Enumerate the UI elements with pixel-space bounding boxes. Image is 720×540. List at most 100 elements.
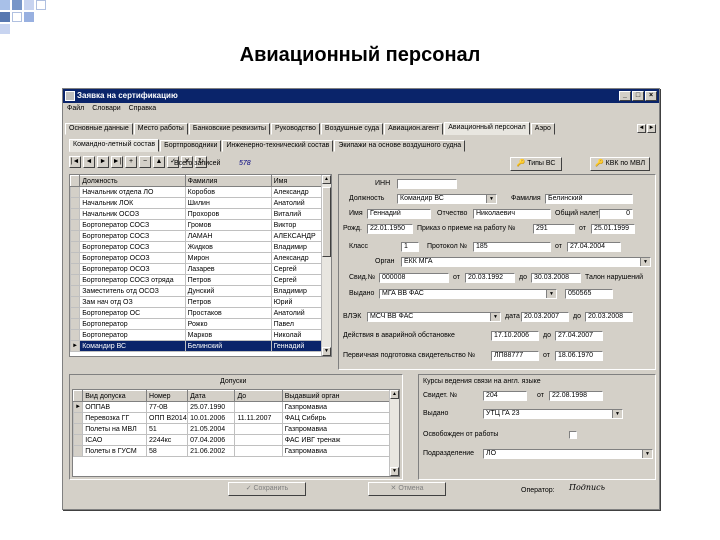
- row-indicator[interactable]: [70, 285, 81, 297]
- column-header-surname[interactable]: Фамилия: [184, 175, 272, 187]
- menu-help[interactable]: Справка: [129, 103, 156, 114]
- table-cell[interactable]: Петров: [184, 296, 272, 308]
- table-row[interactable]: Начальник ОСОЗ Прохоров Виталий: [70, 208, 331, 220]
- row-indicator[interactable]: [70, 252, 81, 264]
- protocol-field[interactable]: 185: [473, 242, 551, 252]
- row-indicator[interactable]: ►: [70, 340, 81, 352]
- table-cell[interactable]: 58: [146, 445, 189, 457]
- table-cell[interactable]: Мирон: [184, 252, 272, 264]
- maximize-icon[interactable]: □: [632, 91, 644, 101]
- table-cell[interactable]: Командир ВС: [79, 340, 186, 352]
- aircraft-types-button[interactable]: 🔑 Типы ВС: [510, 157, 562, 171]
- prev-record-icon[interactable]: ◄: [83, 156, 95, 168]
- vlek-date-field[interactable]: 20.03.2007: [521, 312, 569, 322]
- name-field[interactable]: Геннадий: [367, 209, 431, 219]
- table-cell[interactable]: 77-0В: [146, 401, 189, 413]
- row-indicator[interactable]: ►: [73, 401, 84, 413]
- table-cell[interactable]: Начальник ЛОК: [79, 197, 186, 209]
- total-raid-field[interactable]: 0: [599, 209, 633, 219]
- position-select[interactable]: Командир ВС: [397, 194, 497, 204]
- table-cell[interactable]: Петров: [184, 274, 272, 286]
- table-row[interactable]: ► Командир ВС Белинский Геннадий: [70, 340, 331, 352]
- edit-record-icon[interactable]: ▲: [153, 156, 165, 168]
- inn-field[interactable]: [397, 179, 457, 189]
- emergency-to-field[interactable]: 27.04.2007: [555, 331, 603, 341]
- table-cell[interactable]: ОППАВ: [82, 401, 148, 413]
- table-cell[interactable]: [234, 401, 283, 413]
- table-cell[interactable]: Простаков: [184, 307, 272, 319]
- scroll-down-icon[interactable]: ▼: [322, 347, 331, 356]
- vlek-select[interactable]: МСЧ ВВ ФАС: [367, 312, 501, 322]
- next-record-icon[interactable]: ►: [97, 156, 109, 168]
- table-cell[interactable]: Начальник ОСОЗ: [79, 208, 186, 220]
- row-indicator[interactable]: [70, 318, 81, 330]
- scroll-up-icon[interactable]: ▲: [390, 390, 399, 399]
- course-cert-field[interactable]: 204: [483, 391, 527, 401]
- table-cell[interactable]: [234, 445, 283, 457]
- birth-field[interactable]: 22.01.1950: [367, 224, 413, 234]
- personnel-scrollbar[interactable]: ▲ ▼: [321, 175, 331, 356]
- table-cell[interactable]: Начальник отдела ЛО: [79, 186, 186, 198]
- delete-record-icon[interactable]: −: [139, 156, 151, 168]
- cert-field[interactable]: 000008: [379, 273, 449, 283]
- tab-main-data[interactable]: Основные данные: [65, 123, 133, 135]
- column-header-issuer[interactable]: Выдавший орган: [281, 390, 399, 402]
- table-cell[interactable]: Бортоператор ОСОЗ: [79, 263, 186, 275]
- table-row[interactable]: Бортоператор ОСОЗ Лазарев Сергей: [70, 263, 331, 275]
- table-row[interactable]: Бортоператор СОСЗ отряда Петров Сергей: [70, 274, 331, 286]
- menu-file[interactable]: Файл: [67, 103, 84, 114]
- tab-agent[interactable]: Авиацион.агент: [384, 123, 444, 135]
- cert-from-field[interactable]: 20.03.1992: [465, 273, 515, 283]
- table-cell[interactable]: ЛАМАН: [184, 230, 272, 242]
- scroll-up-icon[interactable]: ▲: [322, 175, 331, 184]
- table-cell[interactable]: 25.07.1990: [187, 401, 236, 413]
- table-cell[interactable]: Рожко: [184, 318, 272, 330]
- table-cell[interactable]: Бортоператор: [79, 318, 186, 330]
- table-cell[interactable]: ОПП В2014: [146, 412, 189, 424]
- chevron-right-icon[interactable]: ►: [647, 124, 656, 133]
- table-cell[interactable]: ФАЦ Сибирь: [281, 412, 399, 424]
- table-row[interactable]: ICAO 2244кс 07.04.2006 ФАС ИВГ тренаж: [73, 434, 399, 446]
- minimize-icon[interactable]: _: [619, 91, 631, 101]
- row-indicator[interactable]: [73, 423, 84, 435]
- save-button[interactable]: ✓ Сохранить: [228, 482, 306, 496]
- row-indicator[interactable]: [70, 197, 81, 209]
- division-select[interactable]: ЛО: [483, 449, 653, 459]
- column-header-until[interactable]: До: [234, 390, 283, 402]
- admissions-scrollbar[interactable]: ▲ ▼: [389, 390, 399, 476]
- add-record-icon[interactable]: +: [125, 156, 137, 168]
- training-date-field[interactable]: 18.06.1970: [555, 351, 603, 361]
- table-row[interactable]: Полеты на МВЛ 51 21.05.2004 Газпромавиа: [73, 423, 399, 435]
- table-cell[interactable]: Полеты на МВЛ: [82, 423, 148, 435]
- table-cell[interactable]: Шилин: [184, 197, 272, 209]
- column-header-number[interactable]: Номер: [146, 390, 189, 402]
- table-cell[interactable]: Бортоператор ОС: [79, 307, 186, 319]
- table-cell[interactable]: Заместитель отд ОСОЗ: [79, 285, 186, 297]
- table-cell[interactable]: Коробов: [184, 186, 272, 198]
- table-cell[interactable]: 21.05.2004: [187, 423, 236, 435]
- table-cell[interactable]: 2244кс: [146, 434, 189, 446]
- row-indicator[interactable]: [70, 307, 81, 319]
- table-cell[interactable]: 21.06.2002: [187, 445, 236, 457]
- issued-select[interactable]: МГА ВВ ФАС: [379, 289, 557, 299]
- table-cell[interactable]: ФАС ИВГ тренаж: [281, 434, 399, 446]
- surname-field[interactable]: Белинский: [545, 194, 633, 204]
- table-cell[interactable]: [234, 423, 283, 435]
- issued-number-field[interactable]: 050565: [565, 289, 613, 299]
- table-cell[interactable]: Прохоров: [184, 208, 272, 220]
- course-cert-date-field[interactable]: 22.08.1998: [549, 391, 603, 401]
- subtab-crews[interactable]: Экипажи на основе воздушного судна: [334, 140, 466, 152]
- table-cell[interactable]: Марков: [184, 329, 272, 341]
- training-field[interactable]: ЛП88777: [491, 351, 539, 361]
- patronymic-field[interactable]: Николаевич: [473, 209, 551, 219]
- table-cell[interactable]: Белинский: [184, 340, 272, 352]
- table-cell[interactable]: ICAO: [82, 434, 148, 446]
- row-indicator[interactable]: [70, 329, 81, 341]
- table-cell[interactable]: Полеты в ГУСМ: [82, 445, 148, 457]
- table-row[interactable]: Бортоператор Рожко Павел: [70, 318, 331, 330]
- table-cell[interactable]: [234, 434, 283, 446]
- organ-select[interactable]: ЕКК МГА: [401, 257, 651, 267]
- table-cell[interactable]: Бортоператор ОСОЗ: [79, 252, 186, 264]
- table-row[interactable]: Бортоператор СОСЗ Жидков Владимир: [70, 241, 331, 253]
- table-cell[interactable]: Бортоператор СОСЗ отряда: [79, 274, 186, 286]
